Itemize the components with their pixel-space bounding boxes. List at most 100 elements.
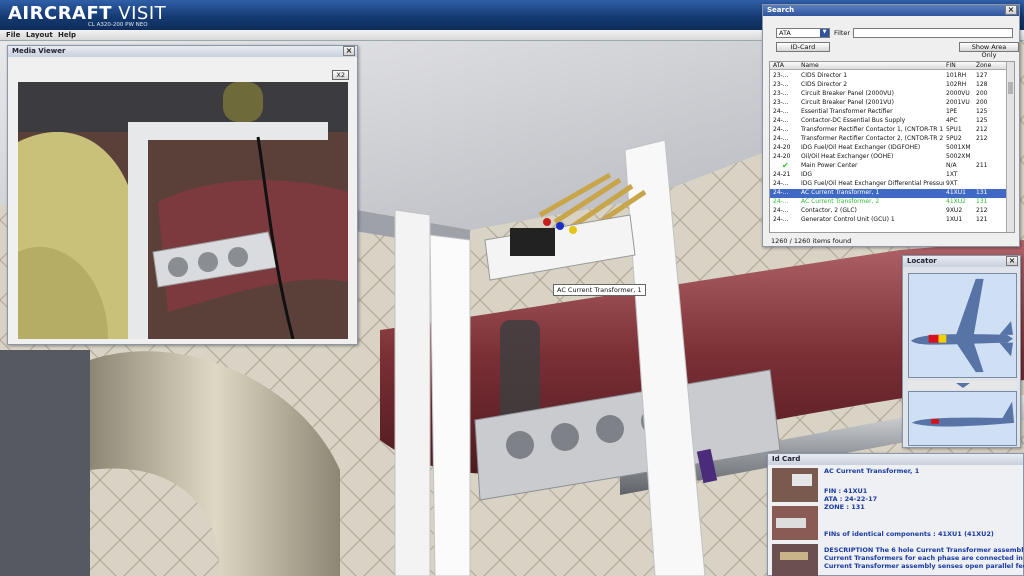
table-row[interactable]: 24-... Contactor-DC Essential Bus Supply 4… <box>770 117 1008 126</box>
search-title: Search × <box>763 5 1019 16</box>
cell-zone: 125 <box>976 108 988 115</box>
aircraft-side-view[interactable] <box>908 391 1017 446</box>
cell-fin: 1PE <box>946 108 958 115</box>
menu-file[interactable]: File <box>2 31 24 39</box>
menu-help[interactable]: Help <box>54 31 80 39</box>
cell-zone: 212 <box>976 126 988 133</box>
scroll-thumb[interactable] <box>1008 82 1013 94</box>
cell-fin: 1XU1 <box>946 216 963 223</box>
cell-name: Main Power Center <box>801 162 858 169</box>
items-found: 1260 / 1260 items found <box>771 237 852 245</box>
table-header: ATA Name FIN Zone <box>770 62 1008 70</box>
cell-zone: 127 <box>976 72 988 79</box>
table-row[interactable]: 24-21 IDG 1XT <box>770 171 1008 180</box>
locator-title: Locator × <box>903 256 1020 267</box>
cell-fin: 1XT <box>946 171 958 178</box>
cell-zone: 121 <box>976 216 988 223</box>
cell-ata: 24-... <box>773 108 789 115</box>
col-zone[interactable]: Zone <box>976 62 991 69</box>
cell-fin: 5PU2 <box>946 135 962 142</box>
filter-input[interactable] <box>853 28 1013 38</box>
table-row[interactable]: 24-... Contactor, 2 (GLC) 9XU2 212 <box>770 207 1008 216</box>
table-row[interactable]: 23-... CIDS Director 1 101RH 127 <box>770 72 1008 81</box>
component-name: AC Current Transformer, 1 <box>824 467 920 475</box>
cell-ata: 24-20 <box>773 144 791 151</box>
cell-name: Oil/Oil Heat Exchanger (OOHE) <box>801 153 894 160</box>
id-card-button[interactable]: ID-Card <box>776 42 830 52</box>
cell-fin: 9XU2 <box>946 207 963 214</box>
table-row[interactable]: 24-20 Oil/Oil Heat Exchanger (OOHE) 5002XM <box>770 153 1008 162</box>
cell-zone: 131 <box>976 198 988 205</box>
ata-select[interactable]: ATA ▼ <box>776 28 830 38</box>
cell-ata: 24-... <box>773 189 789 196</box>
cell-fin: 5001XM <box>946 144 971 151</box>
cell-fin: 102RH <box>946 81 967 88</box>
cell-fin: 101RH <box>946 72 967 79</box>
close-icon[interactable]: × <box>1005 5 1017 15</box>
cell-name: Contactor-DC Essential Bus Supply <box>801 117 906 124</box>
component-photo <box>18 82 348 339</box>
component-fin: FIN : 41XU1 <box>824 487 868 495</box>
cell-fin: 5002XM <box>946 153 971 160</box>
close-icon[interactable]: × <box>1006 256 1018 266</box>
table-row[interactable]: 24-... Transformer Rectifier Contactor 2,… <box>770 135 1008 144</box>
table-row[interactable]: 23-... Circuit Breaker Panel (2001VU) 2001… <box>770 99 1008 108</box>
table-row[interactable]: 24-... Transformer Rectifier Contactor 1,… <box>770 126 1008 135</box>
cell-name: Circuit Breaker Panel (2001VU) <box>801 99 894 106</box>
media-viewer-panel: Media Viewer × X2 <box>7 45 358 345</box>
col-ata[interactable]: ATA <box>773 62 784 69</box>
show-area-only-button[interactable]: Show Area Only <box>959 42 1019 59</box>
zoom-x2-button[interactable]: X2 <box>332 70 349 80</box>
cell-ata: 24-... <box>773 126 789 133</box>
cell-ata: 24-21 <box>773 171 791 178</box>
locator-panel: Locator × <box>902 255 1021 448</box>
table-row[interactable]: Main Power Center N/A 211 ✔ <box>770 161 1008 171</box>
aircraft-model: CL A320-200 PW NEO <box>88 22 148 28</box>
cell-ata: 23-... <box>773 99 789 106</box>
search-panel: Search × ATA ▼ Filter : ID-Card Show Are… <box>762 4 1020 247</box>
cell-name: Transformer Rectifier Contactor 2, (CNTO… <box>801 135 944 142</box>
cell-name: IDG Fuel/Oil Heat Exchanger Differential… <box>801 180 944 187</box>
cell-ata: 23-... <box>773 72 789 79</box>
table-row[interactable]: 24-... IDG Fuel/Oil Heat Exchanger Differ… <box>770 180 1008 189</box>
cell-name: AC Current Transformer, 2 <box>801 198 880 205</box>
filter-label: Filter : <box>834 29 855 37</box>
table-row[interactable]: 24-20 IDG Fuel/Oil Heat Exchanger (IDGFOH… <box>770 144 1008 153</box>
cell-ata: 24-... <box>773 216 789 223</box>
close-icon[interactable]: × <box>343 46 355 56</box>
check-icon: ✔ <box>782 161 789 170</box>
cell-name: Transformer Rectifier Contactor 1, (CNTO… <box>801 126 944 133</box>
id-card-title: Id Card <box>768 454 1023 465</box>
table-row[interactable]: 23-... CIDS Director 2 102RH 128 <box>770 81 1008 90</box>
table-row[interactable]: 24-... Essential Transformer Rectifier 1PE… <box>770 108 1008 117</box>
cell-fin: 41XU2 <box>946 198 966 205</box>
photo-thumbnails[interactable] <box>772 468 818 576</box>
description-line-3: Current Transformer assembly senses open… <box>824 562 1024 570</box>
table-row[interactable]: 24-... AC Current Transformer, 1 41XU1 131 <box>770 189 1008 198</box>
component-ata: ATA : 24-22-17 <box>824 495 878 503</box>
cell-name: CIDS Director 2 <box>801 81 848 88</box>
table-row[interactable]: 24-... AC Current Transformer, 2 41XU2 131 <box>770 198 1008 207</box>
cell-ata: 24-... <box>773 198 789 205</box>
table-row[interactable]: 24-... Generator Control Unit (GCU) 1 1XU1… <box>770 216 1008 225</box>
view-slider[interactable] <box>908 381 1017 389</box>
cell-zone: 125 <box>976 117 988 124</box>
cell-ata: 24-... <box>773 117 789 124</box>
chevron-down-icon[interactable]: ▼ <box>820 29 829 37</box>
col-fin[interactable]: FIN <box>946 62 956 69</box>
cell-ata: 23-... <box>773 90 789 97</box>
aircraft-top-view[interactable] <box>908 273 1017 378</box>
cell-zone: 212 <box>976 135 988 142</box>
col-name[interactable]: Name <box>801 62 819 69</box>
app-logo: AIRCRAFT VISIT <box>8 3 167 24</box>
vertical-scrollbar[interactable] <box>1006 62 1014 232</box>
menu-layout[interactable]: Layout <box>22 31 57 39</box>
cell-fin: 5PU1 <box>946 126 962 133</box>
table-row[interactable]: 23-... Circuit Breaker Panel (2000VU) 2000… <box>770 90 1008 99</box>
cell-name: CIDS Director 1 <box>801 72 848 79</box>
identical-fins: FINs of identical components : 41XU1 (41… <box>824 530 994 538</box>
cell-ata: 23-... <box>773 81 789 88</box>
cell-zone: 211 <box>976 162 988 169</box>
component-table: ATA Name FIN Zone 23-... CIDS Director 1 1… <box>769 61 1015 233</box>
cell-name: IDG Fuel/Oil Heat Exchanger (IDGFOHE) <box>801 144 921 151</box>
